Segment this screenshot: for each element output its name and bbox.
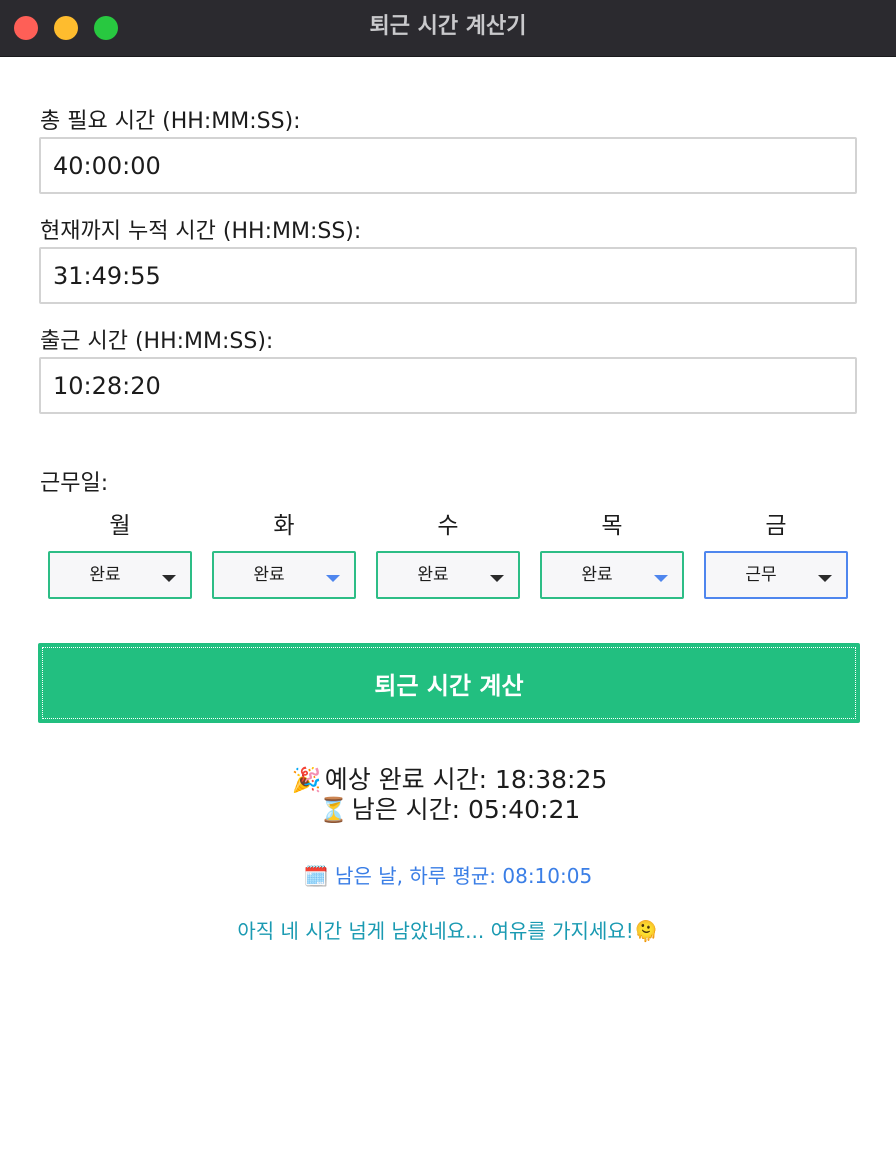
daily-average-line: 🗓️ 남은 날, 하루 평균: 08:10:05 (0, 860, 896, 889)
finish-time-line: 🎉 예상 완료 시간: 18:38:25 (0, 765, 896, 795)
day-name: 목 (601, 513, 623, 539)
day-name: 금 (765, 513, 787, 539)
calculate-button[interactable]: 퇴근 시간 계산 (38, 643, 860, 723)
day-status-value: 근무 (745, 565, 777, 585)
day-status-select-wed[interactable]: 완료 (376, 551, 520, 599)
day-status-select-fri[interactable]: 근무 (704, 551, 848, 599)
day-name: 월 (109, 513, 131, 539)
total-time-label: 총 필요 시간 (HH:MM:SS): (40, 109, 301, 134)
accumulated-time-label: 현재까지 누적 시간 (HH:MM:SS): (40, 219, 362, 244)
hourglass-icon: ⏳ (318, 796, 349, 824)
workdays-label: 근무일: (40, 471, 109, 496)
start-time-input[interactable] (39, 357, 857, 414)
day-status-value: 완료 (253, 565, 285, 585)
day-status-select-tue[interactable]: 완료 (212, 551, 356, 599)
day-column-fri: 금 근무 (704, 509, 848, 599)
party-popper-icon: 🎉 (291, 766, 322, 794)
melting-face-icon: 🫠 (633, 919, 659, 943)
dropdown-arrow-icon (490, 575, 504, 582)
total-time-input[interactable] (39, 137, 857, 194)
day-status-value: 완료 (581, 565, 613, 585)
finish-time-text: 예상 완료 시간: 18:38:25 (324, 765, 608, 794)
window-title: 퇴근 시간 계산기 (369, 14, 527, 39)
message-text: 아직 네 시간 넘게 남았네요... 여유를 가지세요! (237, 919, 634, 943)
remaining-time-text: 남은 시간: 05:40:21 (351, 795, 581, 824)
day-name: 화 (273, 513, 295, 539)
remaining-time-line: ⏳ 남은 시간: 05:40:21 (0, 795, 896, 825)
dropdown-arrow-icon (162, 575, 176, 582)
result-summary: 🎉 예상 완료 시간: 18:38:25 ⏳ 남은 시간: 05:40:21 (0, 765, 896, 825)
dropdown-arrow-icon (326, 575, 340, 582)
main-content: 총 필요 시간 (HH:MM:SS): 현재까지 누적 시간 (HH:MM:SS… (0, 57, 896, 1158)
daily-average-text: 남은 날, 하루 평균: 08:10:05 (335, 864, 593, 888)
calendar-icon: 🗓️ (303, 864, 329, 888)
day-column-thu: 목 완료 (540, 509, 684, 599)
dropdown-arrow-icon (654, 575, 668, 582)
day-column-tue: 화 완료 (212, 509, 356, 599)
day-name: 수 (437, 513, 459, 539)
calculate-button-label: 퇴근 시간 계산 (374, 671, 524, 700)
day-status-select-thu[interactable]: 완료 (540, 551, 684, 599)
title-bar: 퇴근 시간 계산기 (0, 0, 896, 57)
day-status-select-mon[interactable]: 완료 (48, 551, 192, 599)
day-column-wed: 수 완료 (376, 509, 520, 599)
day-status-value: 완료 (89, 565, 121, 585)
start-time-label: 출근 시간 (HH:MM:SS): (40, 329, 274, 354)
encouragement-message: 아직 네 시간 넘게 남았네요... 여유를 가지세요!🫠 (0, 915, 896, 944)
day-status-value: 완료 (417, 565, 449, 585)
day-column-mon: 월 완료 (48, 509, 192, 599)
dropdown-arrow-icon (818, 575, 832, 582)
accumulated-time-input[interactable] (39, 247, 857, 304)
